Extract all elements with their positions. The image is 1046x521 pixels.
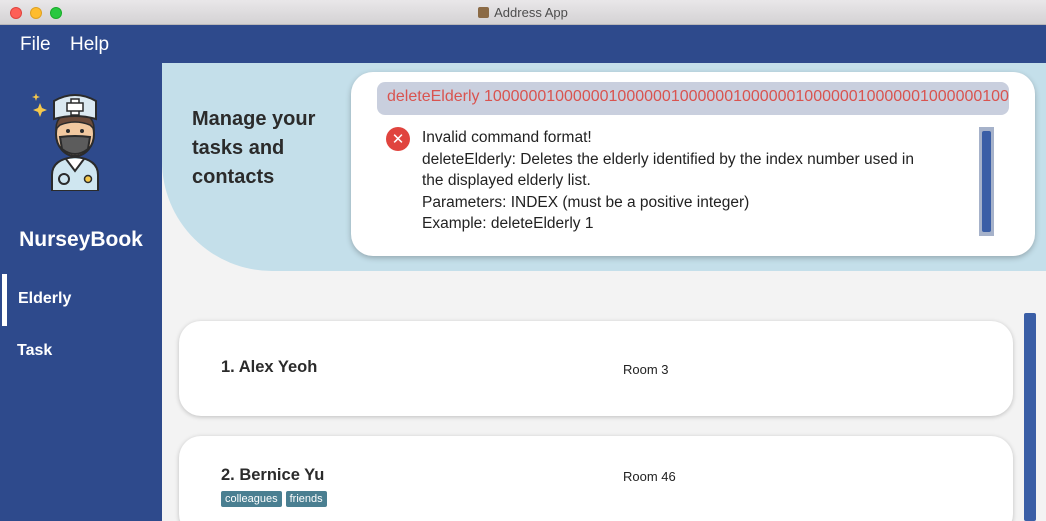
result-line: Invalid command format!	[422, 129, 592, 146]
result-scrollbar-thumb[interactable]	[982, 131, 991, 232]
header-banner: Manage your tasks and contacts deleteEld…	[162, 63, 1046, 271]
menu-help[interactable]: Help	[70, 34, 109, 56]
tagline: Manage your tasks and contacts	[192, 105, 342, 192]
nurse-logo-icon	[32, 93, 99, 191]
command-panel: deleteElderly 10000001000000100000010000…	[351, 72, 1035, 256]
command-input[interactable]: deleteElderly 10000001000000100000010000…	[377, 82, 1009, 115]
menu-bar: File Help	[0, 25, 1046, 63]
window-title: Address App	[0, 5, 1046, 20]
app-brand: NurseyBook	[19, 228, 143, 251]
result-display: Invalid command format! deleteElderly: D…	[422, 127, 982, 235]
result-line: Parameters: INDEX (must be a positive in…	[422, 193, 750, 211]
sidebar: NurseyBook Elderly Task	[0, 63, 162, 521]
elderly-name: 1. Alex Yeoh	[221, 358, 318, 376]
result-line: the displayed elderly list.	[422, 172, 591, 189]
tag-badge: colleagues	[221, 491, 282, 507]
tagline-line: Manage your	[192, 108, 316, 130]
list-scrollbar[interactable]	[1024, 313, 1036, 521]
result-scrollbar[interactable]	[979, 127, 994, 236]
result-line: deleteElderly: Deletes the elderly ident…	[422, 150, 914, 168]
error-icon: ✕	[386, 127, 410, 151]
elderly-card[interactable]: 1. Alex Yeoh Room 3	[179, 321, 1013, 416]
main-panel: Manage your tasks and contacts deleteEld…	[162, 63, 1046, 521]
menu-file[interactable]: File	[20, 34, 51, 56]
tag-list: colleagues friends	[221, 487, 331, 507]
tagline-line: tasks and	[192, 137, 285, 159]
elderly-card[interactable]: 2. Bernice Yu Room 46 colleagues friends	[179, 436, 1013, 521]
sidebar-item-task[interactable]: Task	[0, 326, 162, 378]
tag-badge: friends	[285, 491, 327, 507]
sidebar-item-label: Elderly	[18, 290, 72, 307]
elderly-room: Room 3	[623, 362, 669, 377]
app-icon	[478, 7, 490, 18]
window-title-text: Address App	[494, 5, 568, 20]
elderly-name: 2. Bernice Yu	[221, 466, 325, 484]
tagline-line: contacts	[192, 166, 275, 188]
window-titlebar: Address App	[0, 0, 1046, 25]
sidebar-item-elderly[interactable]: Elderly	[0, 274, 162, 326]
elderly-room: Room 46	[623, 469, 676, 484]
sidebar-item-label: Task	[17, 342, 53, 359]
result-line: Example: deleteElderly 1	[422, 215, 594, 232]
